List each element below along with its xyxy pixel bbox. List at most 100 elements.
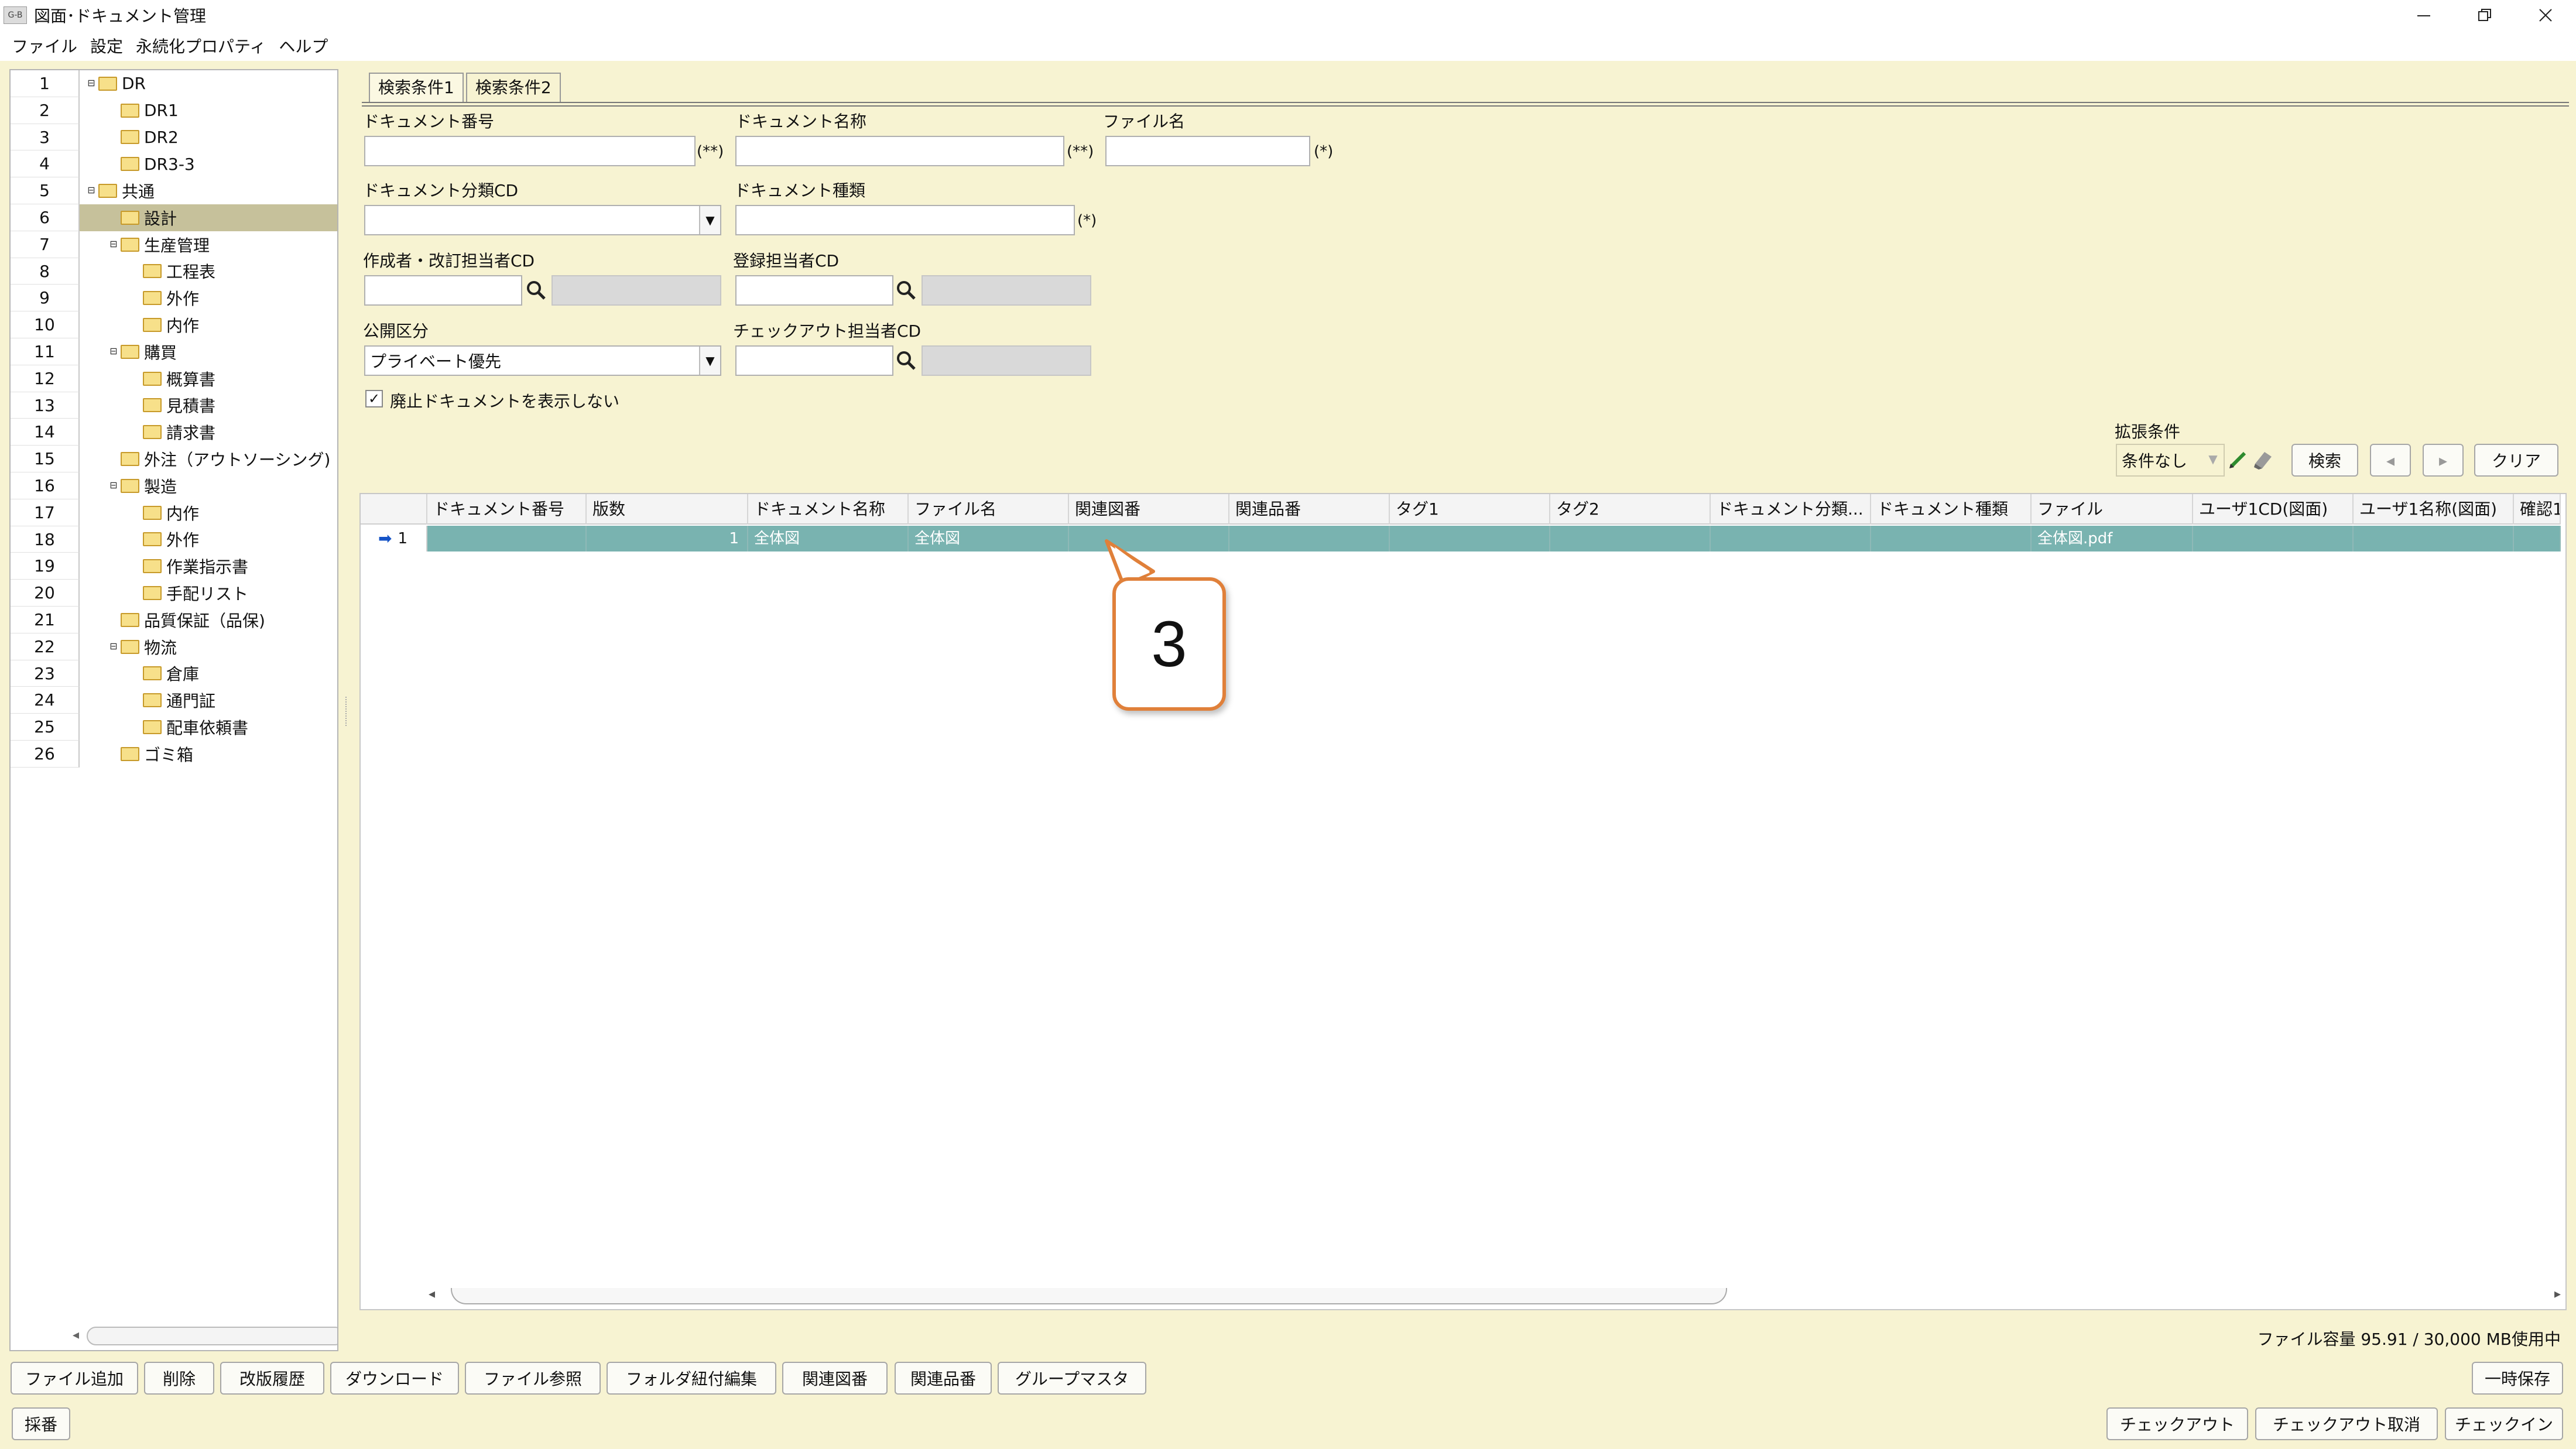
tree-item[interactable]: 22 ⊟ 物流 xyxy=(11,633,337,660)
collapse-toggle-icon[interactable]: ⊟ xyxy=(109,239,118,249)
file-browse-button[interactable]: ファイル参照 xyxy=(465,1362,601,1395)
scroll-left-icon[interactable]: ◂ xyxy=(429,1287,435,1301)
panel-splitter[interactable] xyxy=(345,697,350,726)
menu-help[interactable]: ヘルプ xyxy=(279,34,328,57)
tree-item[interactable]: 15 外注（アウトソーシング) xyxy=(11,446,337,472)
column-header[interactable]: ドキュメント番号 xyxy=(427,494,587,525)
file-add-button[interactable]: ファイル追加 xyxy=(11,1362,138,1395)
revision-history-button[interactable]: 改版履歴 xyxy=(220,1362,324,1395)
collapse-toggle-icon[interactable]: ⊟ xyxy=(87,186,96,196)
menu-persistent-properties[interactable]: 永続化プロパティ xyxy=(136,34,266,57)
assign-number-button[interactable]: 採番 xyxy=(12,1407,70,1440)
document-grid[interactable]: ドキュメント番号 版数 ドキュメント名称 ファイル名 関連図番 関連品番 タグ1 タグ2 ドキュ… xyxy=(359,493,2567,1310)
table-cell[interactable]: 全体図 xyxy=(748,526,909,551)
tree-item[interactable]: 14 請求書 xyxy=(11,419,337,446)
download-button[interactable]: ダウンロード xyxy=(330,1362,459,1395)
table-cell[interactable] xyxy=(1550,526,1711,551)
tree-item[interactable]: 9 外作 xyxy=(11,285,337,312)
tree-item[interactable]: 25 配車依頼書 xyxy=(11,714,337,741)
tree-item[interactable]: 17 内作 xyxy=(11,499,337,526)
table-cell[interactable] xyxy=(1390,526,1550,551)
table-row[interactable]: ➡ 1 1 全体図 全体図 全体図.pdf xyxy=(361,526,2561,551)
tree-item[interactable]: 11 ⊟ 購買 xyxy=(11,338,337,365)
tree-item[interactable]: 18 外作 xyxy=(11,526,337,553)
close-button[interactable] xyxy=(2515,0,2576,30)
table-cell[interactable]: 1 xyxy=(587,526,748,551)
doc-number-input[interactable] xyxy=(364,136,696,166)
prev-button[interactable]: ◂ xyxy=(2370,444,2411,477)
collapse-toggle-icon[interactable]: ⊟ xyxy=(109,346,118,357)
hide-obsolete-checkbox[interactable]: ✓ xyxy=(365,390,383,407)
column-header[interactable]: ドキュメント種類 xyxy=(1871,494,2032,525)
table-cell[interactable] xyxy=(2193,526,2354,551)
table-cell[interactable]: 全体図.pdf xyxy=(2032,526,2193,551)
doc-category-select[interactable]: ▼ xyxy=(364,205,721,235)
tree-item[interactable]: 8 工程表 xyxy=(11,258,337,285)
search-icon[interactable] xyxy=(895,349,918,372)
search-button[interactable]: 検索 xyxy=(2291,444,2358,477)
restore-button[interactable] xyxy=(2454,0,2515,30)
publish-select[interactable]: プライベート優先 ▼ xyxy=(364,345,721,376)
tab-search-condition-2[interactable]: 検索条件2 xyxy=(465,73,561,102)
collapse-toggle-icon[interactable]: ⊟ xyxy=(87,78,96,88)
related-drawing-button[interactable]: 関連図番 xyxy=(782,1362,888,1395)
tree-horizontal-scrollbar[interactable]: ◂▸ xyxy=(73,1327,337,1345)
ext-condition-select[interactable]: 条件なし ▼ xyxy=(2116,444,2225,477)
table-cell[interactable]: 全体図 xyxy=(909,526,1069,551)
column-header[interactable]: ファイル名 xyxy=(909,494,1069,525)
grid-horizontal-scrollbar[interactable]: ◂ ▸ xyxy=(427,1287,2562,1306)
column-header[interactable]: 関連図番 xyxy=(1069,494,1229,525)
clear-button[interactable]: クリア xyxy=(2474,444,2558,477)
table-cell[interactable] xyxy=(1229,526,1390,551)
edit-pencil-icon[interactable] xyxy=(2228,450,2248,470)
tree-item[interactable]: 10 内作 xyxy=(11,311,337,338)
tree-item[interactable]: 6 設計 xyxy=(11,204,337,231)
doc-name-input[interactable] xyxy=(735,136,1064,166)
menu-file[interactable]: ファイル xyxy=(12,34,77,57)
column-header[interactable]: 関連品番 xyxy=(1229,494,1390,525)
table-cell[interactable] xyxy=(2354,526,2514,551)
tree-item[interactable]: 19 作業指示書 xyxy=(11,553,337,580)
minimize-button[interactable] xyxy=(2393,0,2454,30)
doc-type-input[interactable] xyxy=(735,205,1075,235)
checkin-button[interactable]: チェックイン xyxy=(2445,1407,2563,1440)
group-master-button[interactable]: グループマスタ xyxy=(998,1362,1146,1395)
related-part-button[interactable]: 関連品番 xyxy=(895,1362,992,1395)
tree-item[interactable]: 4 DR3-3 xyxy=(11,150,337,178)
tree-item[interactable]: 24 通門証 xyxy=(11,687,337,714)
column-header[interactable]: ドキュメント分類... xyxy=(1711,494,1871,525)
table-cell[interactable] xyxy=(1711,526,1871,551)
scrollbar-thumb[interactable] xyxy=(451,1288,1727,1304)
collapse-toggle-icon[interactable]: ⊟ xyxy=(109,480,118,491)
tree-item[interactable]: 23 倉庫 xyxy=(11,660,337,687)
checkout-user-code-input[interactable] xyxy=(735,345,893,376)
tree-item[interactable]: 2 DR1 xyxy=(11,97,337,124)
folder-link-edit-button[interactable]: フォルダ紐付編集 xyxy=(607,1362,776,1395)
checkout-cancel-button[interactable]: チェックアウト取消 xyxy=(2255,1407,2438,1440)
column-header[interactable]: タグ2 xyxy=(1550,494,1711,525)
temp-save-button[interactable]: 一時保存 xyxy=(2472,1362,2563,1395)
column-header[interactable]: ユーザ1CD(図面) xyxy=(2193,494,2354,525)
tree-item[interactable]: 13 見積書 xyxy=(11,392,337,419)
column-header[interactable]: ファイル xyxy=(2032,494,2193,525)
column-header[interactable]: タグ1 xyxy=(1390,494,1550,525)
tree-item[interactable]: 5 ⊟ 共通 xyxy=(11,177,337,204)
tree-item[interactable]: 7 ⊟ 生産管理 xyxy=(11,231,337,258)
scroll-right-icon[interactable]: ▸ xyxy=(2554,1287,2561,1301)
folder-tree[interactable]: 1 ⊟ DR 2 DR1 3 DR2 4 DR3-3 5 ⊟ 共通 6 設計 7 ⊟ 生産管理 8 工程表 9 外作 10… xyxy=(9,69,338,1351)
delete-button[interactable]: 削除 xyxy=(144,1362,214,1395)
tree-item[interactable]: 3 DR2 xyxy=(11,124,337,151)
table-cell[interactable] xyxy=(1871,526,2032,551)
collapse-toggle-icon[interactable]: ⊟ xyxy=(109,641,118,652)
tree-item[interactable]: 1 ⊟ DR xyxy=(11,70,337,97)
menu-settings[interactable]: 設定 xyxy=(90,34,123,57)
tree-item[interactable]: 26 ゴミ箱 xyxy=(11,741,337,768)
column-header[interactable]: 確認1 xyxy=(2514,494,2561,525)
eraser-icon[interactable] xyxy=(2252,448,2274,471)
author-code-input[interactable] xyxy=(364,275,522,306)
column-header[interactable]: 版数 xyxy=(587,494,748,525)
tree-item[interactable]: 21 品質保証（品保) xyxy=(11,607,337,633)
next-button[interactable]: ▸ xyxy=(2423,444,2464,477)
registrant-code-input[interactable] xyxy=(735,275,893,306)
tree-item[interactable]: 12 概算書 xyxy=(11,365,337,392)
